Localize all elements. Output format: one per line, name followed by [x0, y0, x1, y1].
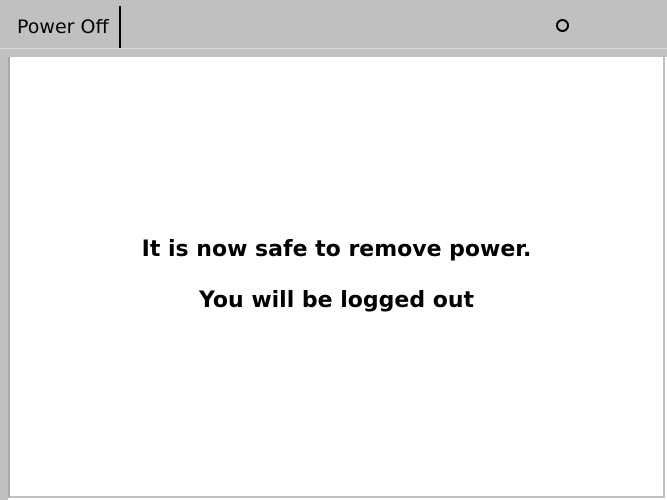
safe-to-remove-power-message: It is now safe to remove power.: [141, 237, 532, 262]
window-left-border: [0, 57, 8, 500]
message-panel: It is now safe to remove power. You will…: [8, 57, 665, 498]
circle-icon: [556, 19, 569, 32]
tab-label: Power Off: [17, 16, 109, 38]
title-bar: Power Off: [0, 0, 667, 48]
power-off-window: Power Off It is now safe to remove power…: [0, 0, 667, 500]
title-bar-separator: [0, 48, 667, 57]
tab-power-off[interactable]: Power Off: [8, 6, 121, 48]
logged-out-message: You will be logged out: [198, 288, 475, 313]
